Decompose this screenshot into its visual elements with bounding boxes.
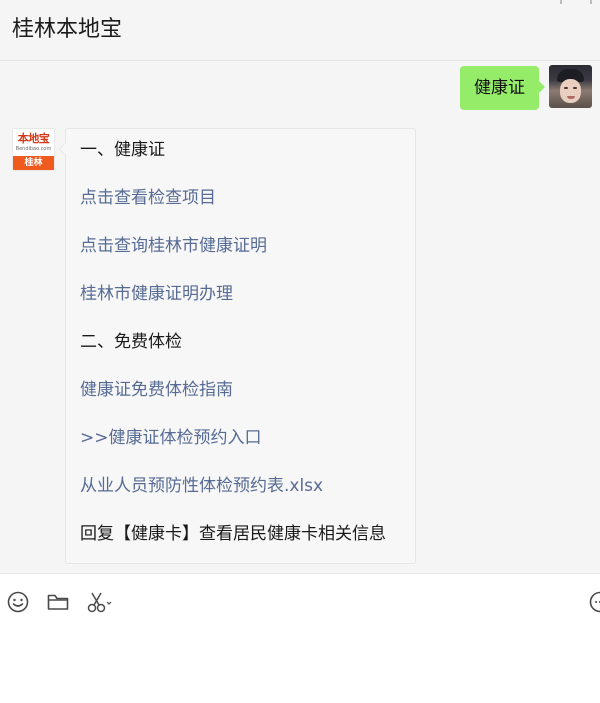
reply-bubble: 一、健康证 点击查看检查项目 点击查询桂林市健康证明 桂林市健康证明办理 二、免… bbox=[59, 128, 416, 564]
received-message: 本地宝 Bendibao.com 桂林 一、健康证 点击查看检查项目 点击查询桂… bbox=[12, 128, 416, 564]
user-avatar[interactable] bbox=[549, 65, 592, 108]
link-certificate-process[interactable]: 桂林市健康证明办理 bbox=[80, 279, 415, 327]
brand-url: Bendibao.com bbox=[15, 146, 52, 152]
sent-message: 健康证 bbox=[460, 65, 592, 110]
chat-title: 桂林本地宝 bbox=[12, 17, 123, 42]
scissors-icon[interactable] bbox=[86, 590, 116, 614]
link-check-items[interactable]: 点击查看检查项目 bbox=[80, 183, 415, 231]
chat-history-icon[interactable] bbox=[588, 590, 600, 614]
link-free-exam-guide[interactable]: 健康证免费体检指南 bbox=[80, 375, 415, 423]
section-heading-free-exam: 二、免费体检 bbox=[80, 332, 182, 352]
brand-logo: 本地宝 bbox=[17, 132, 50, 145]
message-composer[interactable] bbox=[0, 573, 600, 703]
more-icon[interactable] bbox=[552, 0, 592, 12]
official-account-avatar[interactable]: 本地宝 Bendibao.com 桂林 bbox=[12, 128, 55, 171]
brand-city: 桂林 bbox=[13, 156, 54, 170]
emoji-icon[interactable] bbox=[6, 590, 30, 614]
chat-header: 桂林本地宝 bbox=[0, 0, 600, 61]
link-booking-form-xlsx[interactable]: 从业人员预防性体检预约表.xlsx bbox=[80, 471, 415, 519]
folder-icon[interactable] bbox=[46, 590, 70, 614]
section-heading-health-cert: 一、健康证 bbox=[80, 140, 165, 160]
message-list[interactable]: 健康证 本地宝 Bendibao.com 桂林 一、健康证 点击查看检查项目 点… bbox=[0, 61, 600, 573]
sent-bubble[interactable]: 健康证 bbox=[460, 66, 545, 110]
reply-hint-text: 回复【健康卡】查看居民健康卡相关信息 bbox=[80, 524, 386, 544]
link-exam-booking[interactable]: >>健康证体检预约入口 bbox=[80, 423, 415, 471]
link-query-certificate[interactable]: 点击查询桂林市健康证明 bbox=[80, 231, 415, 279]
